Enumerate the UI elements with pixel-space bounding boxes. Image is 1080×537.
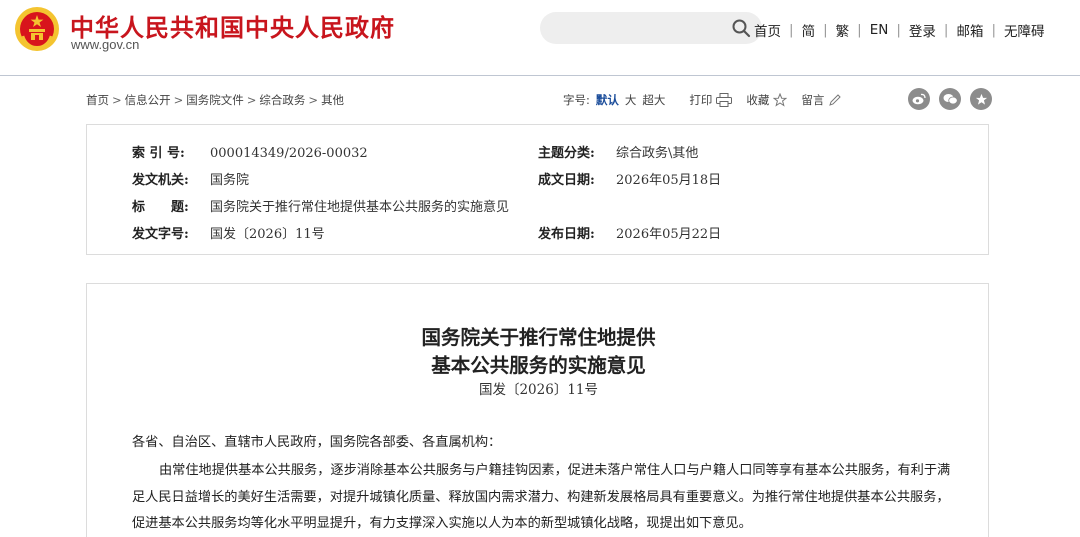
nav-english[interactable]: EN xyxy=(870,22,889,38)
search-input[interactable] xyxy=(554,18,724,38)
meta-written-date: 成文日期: 2026年05月18日 xyxy=(538,169,721,188)
site-domain: www.gov.cn xyxy=(71,37,140,52)
meta-doc-number: 发文字号: 国发〔2026〕11号 xyxy=(132,223,325,242)
nav-separator: | xyxy=(991,22,997,38)
search-box[interactable] xyxy=(540,12,762,44)
weibo-icon[interactable] xyxy=(908,88,930,110)
meta-label: 索 引 号: xyxy=(132,146,185,161)
breadcrumb-other[interactable]: 其他 xyxy=(321,93,344,107)
comment-button[interactable]: 留言 xyxy=(801,92,842,108)
font-size-label: 字号: xyxy=(563,93,590,107)
nav-separator: | xyxy=(857,22,862,38)
share-bar xyxy=(908,88,992,110)
breadcrumb-info-disclosure[interactable]: 信息公开 xyxy=(125,93,171,107)
breadcrumb-general-affairs[interactable]: 综合政务 xyxy=(259,93,305,107)
nav-login[interactable]: 登录 xyxy=(909,20,936,40)
top-nav: 首页 | 简 | 繁 | EN | 登录 | 邮箱 | 无障碍 xyxy=(754,20,1045,40)
nav-separator: | xyxy=(823,22,828,38)
meta-value: 国发〔2026〕11号 xyxy=(210,227,325,242)
star-icon xyxy=(773,93,788,107)
font-size-large[interactable]: 大 xyxy=(625,92,637,108)
breadcrumb: 首页 > 信息公开 > 国务院文件 > 综合政务 > 其他 xyxy=(86,92,344,108)
print-label: 打印 xyxy=(689,93,713,107)
meta-value: 国务院关于推行常住地提供基本公共服务的实施意见 xyxy=(210,200,510,215)
meta-issuer: 发文机关: 国务院 xyxy=(132,169,249,188)
meta-category: 主题分类: 综合政务\其他 xyxy=(538,142,698,161)
nav-mail[interactable]: 邮箱 xyxy=(956,20,983,40)
meta-value: 2026年05月22日 xyxy=(616,227,722,242)
meta-title: 标 题: 国务院关于推行常住地提供基本公共服务的实施意见 xyxy=(132,196,509,215)
national-emblem-icon[interactable] xyxy=(14,6,60,52)
font-size-xlarge[interactable]: 超大 xyxy=(642,92,665,108)
meta-value: 国务院 xyxy=(210,173,250,188)
article-salutation: 各省、自治区、直辖市人民政府，国务院各部委、各直属机构： xyxy=(132,435,502,450)
document-metadata-panel: 索 引 号: 000014349/2026-00032 主题分类: 综合政务\其他 … xyxy=(86,124,989,255)
meta-label: 发文机关: xyxy=(132,173,189,188)
breadcrumb-home[interactable]: 首页 xyxy=(86,93,109,107)
nav-separator: | xyxy=(896,22,901,38)
meta-value: 000014349/2026-00032 xyxy=(210,146,368,161)
qzone-icon[interactable] xyxy=(970,88,992,110)
meta-value: 综合政务\其他 xyxy=(616,146,699,161)
nav-traditional[interactable]: 繁 xyxy=(836,20,850,40)
favorite-label: 收藏 xyxy=(746,93,770,107)
font-size-default[interactable]: 默认 xyxy=(596,92,619,108)
article-paragraph: 由常住地提供基本公共服务，逐步消除基本公共服务与户籍挂钩因素，促进未落户常住人口… xyxy=(132,463,951,531)
nav-separator: | xyxy=(789,22,794,38)
meta-label: 发布日期: xyxy=(538,227,595,242)
search-icon[interactable] xyxy=(731,18,751,38)
breadcrumb-arrow: > xyxy=(308,93,319,107)
breadcrumb-arrow: > xyxy=(246,93,257,107)
breadcrumb-arrow: > xyxy=(173,93,184,107)
nav-simplified[interactable]: 简 xyxy=(802,20,816,40)
article-title-line-2: 基本公共服务的实施意见 xyxy=(431,354,646,377)
breadcrumb-state-council-docs[interactable]: 国务院文件 xyxy=(186,93,244,107)
article-title-line-1: 国务院关于推行常住地提供 xyxy=(421,326,656,349)
meta-label: 标 题: xyxy=(132,200,189,215)
meta-value: 2026年05月18日 xyxy=(616,173,722,188)
nav-home[interactable]: 首页 xyxy=(754,20,781,40)
page-tools: 字号: 默认 大 超大 打印 收藏 留言 xyxy=(563,92,842,108)
meta-label: 主题分类: xyxy=(538,146,595,161)
article-body: 国务院关于推行常住地提供 基本公共服务的实施意见 国发〔2026〕11号 各省、… xyxy=(86,283,989,537)
breadcrumb-arrow: > xyxy=(112,93,122,107)
pencil-icon xyxy=(829,94,842,106)
meta-label: 发文字号: xyxy=(132,227,189,242)
nav-accessibility[interactable]: 无障碍 xyxy=(1004,20,1045,40)
favorite-button[interactable]: 收藏 xyxy=(746,92,788,108)
meta-published-date: 发布日期: 2026年05月22日 xyxy=(538,223,721,242)
meta-label: 成文日期: xyxy=(538,173,595,188)
nav-separator: | xyxy=(943,22,949,38)
article-doc-number: 国发〔2026〕11号 xyxy=(478,382,599,398)
meta-index: 索 引 号: 000014349/2026-00032 xyxy=(132,142,368,161)
printer-icon xyxy=(716,93,733,107)
comment-label: 留言 xyxy=(801,93,825,107)
wechat-icon[interactable] xyxy=(939,88,961,110)
print-button[interactable]: 打印 xyxy=(689,92,733,108)
site-header: 中华人民共和国中央人民政府 www.gov.cn 首页 | 简 | 繁 | EN… xyxy=(0,0,1080,76)
